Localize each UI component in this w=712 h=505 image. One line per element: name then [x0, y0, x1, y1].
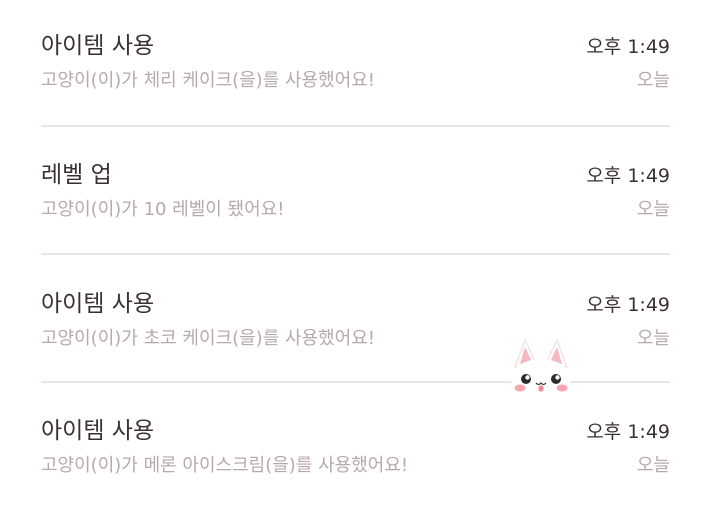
- notification-title: 아이템 사용: [41, 33, 155, 59]
- notification-date: 오늘: [636, 199, 670, 220]
- notification-item[interactable]: 아이템 사용 오후 1:49 고양이(이)가 체리 케이크(을)를 사용했어요!…: [0, 0, 712, 120]
- notification-title: 레벨 업: [41, 162, 112, 188]
- notification-date: 오늘: [636, 455, 670, 476]
- notification-time: 오후 1:49: [586, 294, 670, 316]
- notification-item[interactable]: 레벨 업 오후 1:49 고양이(이)가 10 레벨이 됐어요! 오늘: [0, 129, 712, 249]
- notification-title: 아이템 사용: [41, 418, 155, 444]
- notification-description: 고양이(이)가 10 레벨이 됐어요!: [41, 199, 285, 220]
- notification-title: 아이템 사용: [41, 291, 155, 317]
- notification-item[interactable]: 아이템 사용 오후 1:49 고양이(이)가 초코 케이크(을)를 사용했어요!…: [0, 258, 712, 378]
- notification-time: 오후 1:49: [586, 165, 670, 187]
- cat-face-icon[interactable]: [505, 337, 577, 403]
- notification-description: 고양이(이)가 초코 케이크(을)를 사용했어요!: [41, 328, 375, 349]
- notification-description: 고양이(이)가 체리 케이크(을)를 사용했어요!: [41, 70, 375, 91]
- notification-item[interactable]: 아이템 사용 오후 1:49 고양이(이)가 메론 아이스크림(을)를 사용했어…: [0, 385, 712, 505]
- notification-date: 오늘: [636, 328, 670, 349]
- notification-time: 오후 1:49: [586, 36, 670, 58]
- notification-description: 고양이(이)가 메론 아이스크림(을)를 사용했어요!: [41, 455, 409, 476]
- notification-date: 오늘: [636, 70, 670, 91]
- notification-time: 오후 1:49: [586, 421, 670, 443]
- divider: [41, 125, 670, 127]
- divider: [41, 253, 670, 255]
